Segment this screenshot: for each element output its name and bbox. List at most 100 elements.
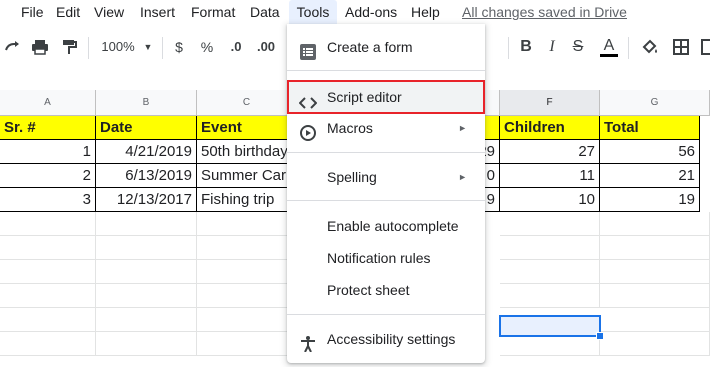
menu-item-protect-sheet[interactable]: Protect sheet	[287, 274, 485, 306]
menu-item-label: Macros	[327, 120, 373, 136]
empty-cell[interactable]	[0, 284, 96, 308]
menu-divider	[287, 200, 485, 201]
header-cell-event[interactable]: Event	[197, 116, 297, 140]
menu-item-notification-rules[interactable]: Notification rules	[287, 242, 485, 274]
empty-cell[interactable]	[96, 284, 197, 308]
menu-format[interactable]: Format	[188, 0, 238, 24]
empty-cell[interactable]	[500, 236, 600, 260]
empty-cell[interactable]	[0, 332, 96, 356]
table-cell[interactable]: 21	[600, 164, 700, 188]
empty-cell[interactable]	[197, 212, 297, 236]
redo-icon[interactable]	[4, 37, 22, 57]
empty-cell[interactable]	[96, 308, 197, 332]
toolbar-divider	[508, 37, 509, 59]
header-cell-total[interactable]: Total	[600, 116, 700, 140]
empty-cell[interactable]	[0, 308, 96, 332]
header-cell-sr[interactable]: Sr. #	[0, 116, 96, 140]
format-percent-button[interactable]: %	[198, 37, 216, 57]
menu-divider	[287, 152, 485, 153]
menu-item-script-editor[interactable]: Script editor	[287, 80, 485, 114]
menu-item-spelling[interactable]: Spelling ►	[287, 161, 485, 193]
format-currency-button[interactable]: $	[172, 37, 186, 57]
accessibility-icon	[299, 331, 317, 353]
merge-cells-icon[interactable]	[700, 37, 710, 57]
empty-cell[interactable]	[197, 260, 297, 284]
increase-decimal-button[interactable]: .00	[253, 37, 279, 57]
empty-cell[interactable]	[600, 236, 710, 260]
empty-cell[interactable]	[500, 284, 600, 308]
menu-data[interactable]: Data	[247, 0, 283, 24]
menu-item-macros[interactable]: Macros ►	[287, 112, 485, 144]
paint-format-icon[interactable]	[60, 37, 78, 57]
empty-cell[interactable]	[96, 260, 197, 284]
header-cell-date[interactable]: Date	[96, 116, 197, 140]
empty-cell[interactable]	[96, 236, 197, 260]
table-cell[interactable]: 11	[500, 164, 600, 188]
table-cell[interactable]: 3	[0, 188, 96, 212]
bold-button[interactable]: B	[518, 37, 534, 57]
menu-item-create-form[interactable]: Create a form	[287, 31, 485, 63]
empty-cell[interactable]	[600, 308, 710, 332]
toolbar-divider	[88, 37, 89, 59]
menu-file[interactable]: File	[18, 0, 47, 24]
table-cell[interactable]: 2	[0, 164, 96, 188]
print-icon[interactable]	[30, 37, 50, 57]
menu-item-label: Create a form	[327, 39, 413, 55]
zoom-select[interactable]: 100%	[98, 37, 138, 57]
menu-help[interactable]: Help	[408, 0, 443, 24]
empty-cell[interactable]	[197, 284, 297, 308]
empty-cell[interactable]	[0, 260, 96, 284]
menu-item-enable-autocomplete[interactable]: Enable autocomplete	[287, 210, 485, 242]
table-cell[interactable]: 6/13/2019	[96, 164, 197, 188]
empty-cell[interactable]	[500, 260, 600, 284]
empty-cell[interactable]	[600, 212, 710, 236]
empty-cell[interactable]	[0, 212, 96, 236]
table-cell[interactable]: 10	[500, 188, 600, 212]
table-cell[interactable]: 4/21/2019	[96, 140, 197, 164]
column-header-c[interactable]: C	[197, 90, 297, 116]
empty-cell[interactable]	[600, 332, 710, 356]
zoom-dropdown-icon[interactable]: ▼	[142, 37, 154, 57]
empty-cell[interactable]	[0, 236, 96, 260]
empty-cell[interactable]	[197, 308, 297, 332]
empty-cell[interactable]	[197, 236, 297, 260]
empty-cell[interactable]	[600, 284, 710, 308]
table-cell[interactable]: Fishing trip	[197, 188, 297, 212]
empty-cell[interactable]	[197, 332, 297, 356]
column-header-f[interactable]: F	[500, 90, 600, 116]
table-cell[interactable]: 56	[600, 140, 700, 164]
column-header-a[interactable]: A	[0, 90, 96, 116]
empty-cell[interactable]	[500, 212, 600, 236]
menu-item-accessibility-settings[interactable]: Accessibility settings	[287, 323, 485, 355]
column-header-g[interactable]: G	[600, 90, 710, 116]
table-cell[interactable]: 1	[0, 140, 96, 164]
fill-color-icon[interactable]	[640, 37, 660, 57]
menu-item-label: Script editor	[327, 89, 402, 105]
menu-edit[interactable]: Edit	[53, 0, 83, 24]
table-cell[interactable]: 27	[500, 140, 600, 164]
table-cell[interactable]: 50th birthday	[197, 140, 297, 164]
table-cell[interactable]: 12/13/2017	[96, 188, 197, 212]
empty-cell[interactable]	[600, 260, 710, 284]
table-cell[interactable]: 19	[600, 188, 700, 212]
empty-cell[interactable]	[96, 212, 197, 236]
saved-status-link[interactable]: All changes saved in Drive	[462, 0, 627, 24]
empty-cell[interactable]	[96, 332, 197, 356]
menu-item-label: Accessibility settings	[327, 331, 456, 347]
text-color-button[interactable]: A	[600, 37, 618, 57]
menu-add-ons[interactable]: Add-ons	[342, 0, 400, 24]
selected-cell[interactable]	[499, 315, 601, 337]
menu-tools[interactable]: Tools	[289, 0, 337, 24]
submenu-arrow-icon: ►	[458, 172, 467, 182]
decrease-decimal-button[interactable]: .0	[224, 37, 248, 57]
header-cell-children[interactable]: Children	[500, 116, 600, 140]
submenu-arrow-icon: ►	[458, 123, 467, 133]
menu-insert[interactable]: Insert	[137, 0, 178, 24]
fill-handle[interactable]	[596, 332, 604, 340]
strikethrough-button[interactable]: S	[570, 37, 586, 57]
menu-view[interactable]: View	[91, 0, 127, 24]
table-cell[interactable]: Summer Car	[197, 164, 297, 188]
italic-button[interactable]: I	[544, 37, 560, 57]
borders-icon[interactable]	[672, 37, 690, 57]
column-header-b[interactable]: B	[96, 90, 197, 116]
